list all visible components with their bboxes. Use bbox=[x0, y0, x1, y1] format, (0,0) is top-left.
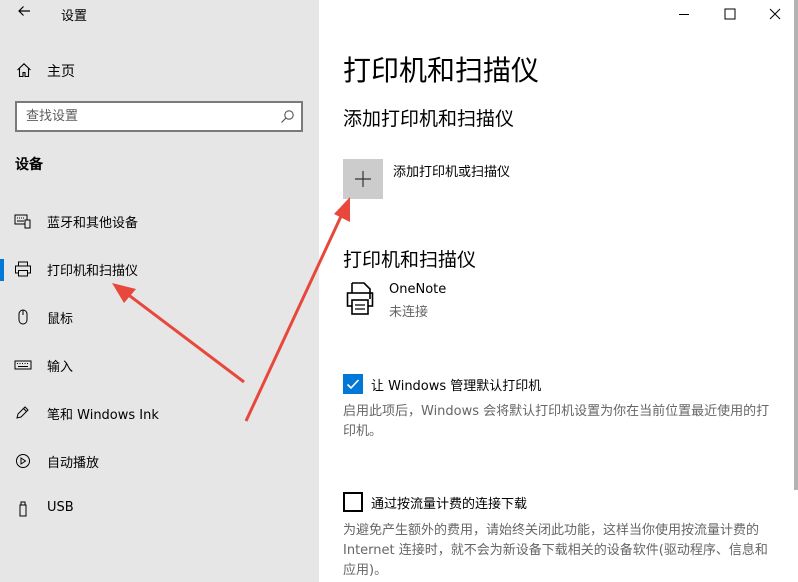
app-title: 设置 bbox=[61, 9, 88, 24]
sidebar-item-label: 鼠标 bbox=[47, 312, 74, 327]
sidebar-item-label: 自动播放 bbox=[47, 456, 100, 471]
mouse-icon bbox=[14, 309, 32, 325]
default-printer-checkbox[interactable] bbox=[343, 374, 363, 394]
default-printer-label[interactable]: 让 Windows 管理默认打印机 bbox=[371, 375, 541, 394]
keyboard-icon bbox=[14, 357, 32, 373]
close-button[interactable] bbox=[752, 0, 798, 28]
back-arrow-icon[interactable] bbox=[12, 2, 36, 26]
sidebar-item-autoplay[interactable]: 自动播放 bbox=[0, 441, 319, 481]
add-printer-button[interactable] bbox=[343, 159, 383, 199]
printer-name[interactable]: OneNote bbox=[389, 282, 446, 297]
scrollbar[interactable] bbox=[794, 0, 798, 490]
main-content: 打印机和扫描仪 添加打印机和扫描仪 添加打印机或扫描仪 打印机和扫描仪 OneN… bbox=[319, 0, 798, 582]
home-icon bbox=[16, 62, 32, 78]
sidebar-item-usb[interactable]: USB bbox=[0, 489, 319, 529]
home-label: 主页 bbox=[47, 64, 75, 80]
add-section-title: 添加打印机和扫描仪 bbox=[343, 108, 515, 130]
minimize-button[interactable] bbox=[661, 0, 707, 28]
sidebar-item-label: USB bbox=[47, 500, 74, 515]
bluetooth-keyboard-icon bbox=[14, 213, 32, 229]
sidebar-item-label: 蓝牙和其他设备 bbox=[47, 216, 139, 231]
selection-indicator bbox=[0, 259, 4, 281]
sidebar-item-label: 打印机和扫描仪 bbox=[47, 264, 139, 279]
autoplay-icon bbox=[14, 453, 32, 469]
maximize-button[interactable] bbox=[707, 0, 753, 28]
pen-icon bbox=[14, 405, 32, 421]
usb-icon bbox=[14, 501, 32, 517]
sidebar-item-label: 输入 bbox=[47, 360, 74, 375]
plus-icon bbox=[355, 171, 371, 187]
close-icon bbox=[769, 8, 781, 20]
section-title-devices: 设备 bbox=[15, 157, 43, 173]
sidebar-item-printers[interactable]: 打印机和扫描仪 bbox=[0, 249, 319, 289]
sidebar-item-mouse[interactable]: 鼠标 bbox=[0, 297, 319, 337]
search-icon[interactable] bbox=[280, 109, 295, 124]
page-title: 打印机和扫描仪 bbox=[343, 54, 540, 87]
add-printer-label[interactable]: 添加打印机或扫描仪 bbox=[393, 161, 510, 180]
sidebar-item-pen[interactable]: 笔和 Windows Ink bbox=[0, 393, 319, 433]
search-input[interactable] bbox=[26, 107, 266, 126]
sidebar-item-typing[interactable]: 输入 bbox=[0, 345, 319, 385]
metered-download-label[interactable]: 通过按流量计费的连接下载 bbox=[371, 493, 527, 512]
default-printer-description: 启用此项后，Windows 会将默认打印机设置为你在当前位置最近使用的打印机。 bbox=[343, 404, 770, 439]
minimize-icon bbox=[679, 14, 689, 15]
checkmark-icon bbox=[346, 379, 360, 390]
sidebar-item-label: 笔和 Windows Ink bbox=[47, 408, 159, 423]
printer-icon bbox=[14, 261, 32, 277]
sidebar: 设置 主页 设备 蓝牙和其他设备 打印机和扫描仪 鼠标 bbox=[0, 0, 319, 582]
printers-section-title: 打印机和扫描仪 bbox=[343, 249, 477, 271]
metered-download-description: 为避免产生额外的费用，请始终关闭此功能，这样当你使用按流量计费的 Interne… bbox=[343, 523, 768, 578]
metered-download-checkbox[interactable] bbox=[343, 492, 363, 512]
sidebar-item-home[interactable]: 主页 bbox=[0, 54, 319, 86]
printer-status: 未连接 bbox=[389, 305, 429, 320]
printer-device-icon[interactable] bbox=[346, 282, 374, 316]
search-box[interactable] bbox=[15, 101, 303, 132]
maximize-icon bbox=[724, 8, 736, 20]
sidebar-item-bluetooth[interactable]: 蓝牙和其他设备 bbox=[0, 201, 319, 241]
